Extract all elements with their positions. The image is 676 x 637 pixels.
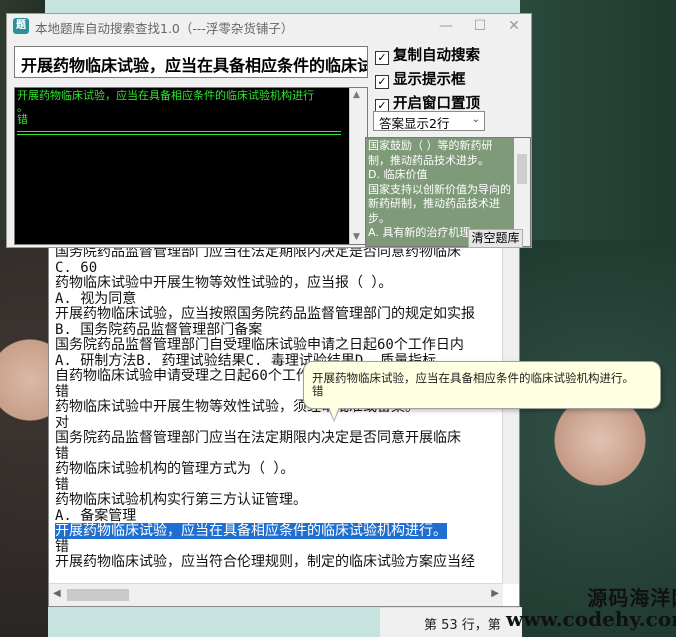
scroll-right-arrow-icon[interactable]: ▶ bbox=[491, 588, 499, 599]
editor-line[interactable]: 药物临床试验机构的管理方式为（ ）。 bbox=[55, 461, 501, 478]
horizontal-scroll-thumb[interactable] bbox=[67, 589, 129, 601]
wallpaper-photo-left bbox=[0, 240, 48, 637]
editor-line[interactable]: 错 bbox=[55, 477, 501, 494]
scroll-up-arrow-icon[interactable]: ▲ bbox=[353, 90, 360, 100]
editor-line[interactable]: 开展药物临床试验，应当按照国务院药品监督管理部门的规定如实报 bbox=[55, 306, 501, 323]
editor-line[interactable]: A. 视为同意 bbox=[55, 291, 501, 308]
answer-line: 国家支持以创新价值为导向的新药研制，推动药品技术进步。 bbox=[368, 182, 511, 225]
search-app-window: 题 本地题库自动搜索查找1.0（---浮零杂货铺子） — ☐ ✕ 开展药物临床试… bbox=[6, 13, 532, 248]
result-answer: 错 bbox=[17, 113, 28, 126]
clear-question-bank-button[interactable]: 清空题库 bbox=[468, 229, 523, 248]
scroll-down-arrow-icon[interactable]: ▼ bbox=[353, 232, 360, 242]
window-title: 本地题库自动搜索查找1.0（---浮零杂货铺子） bbox=[35, 21, 294, 36]
editor-vertical-scrollbar[interactable] bbox=[502, 245, 519, 584]
option-label: 显示提示框 bbox=[393, 72, 466, 88]
editor-line[interactable]: 错 bbox=[55, 539, 501, 556]
answer-line: 国家鼓励（ ）等的新药研制，推动药品技术进步。 bbox=[368, 139, 493, 167]
answer-lines-select[interactable]: 答案显示2行 ⌄ bbox=[373, 111, 485, 131]
option-label: 开启窗口置顶 bbox=[393, 96, 480, 112]
option-copy-auto-search[interactable]: ✓ 复制自动搜索 bbox=[375, 44, 480, 65]
search-input[interactable]: 开展药物临床试验，应当在具备相应条件的临床试验机构进行。 bbox=[14, 46, 368, 78]
search-result-panel[interactable]: 开展药物临床试验，应当在具备相应条件的临床试验机构进行 。 错 ▲ ▼ bbox=[14, 87, 368, 245]
tooltip-pointer-fill bbox=[329, 407, 339, 420]
tooltip-answer: 错 bbox=[312, 384, 324, 398]
editor-line[interactable]: 开展药物临床试验，应当在具备相应条件的临床试验机构进行。 bbox=[55, 523, 501, 540]
editor-line[interactable]: 药物临床试验中开展生物等效性试验的，应当报（ ）。 bbox=[55, 275, 501, 292]
selected-text[interactable]: 开展药物临床试验，应当在具备相应条件的临床试验机构进行。 bbox=[55, 523, 447, 539]
watermark-url: www.codehy.com bbox=[506, 607, 676, 631]
result-question: 开展药物临床试验，应当在具备相应条件的临床试验机构进行 bbox=[17, 89, 314, 102]
editor-line[interactable]: 国务院药品监督管理部门自受理临床试验申请之日起60个工作日内 bbox=[55, 337, 501, 354]
checkbox-show-tooltip[interactable]: ✓ bbox=[375, 75, 389, 89]
close-button[interactable]: ✕ bbox=[497, 14, 531, 38]
answer-lines-select-value: 答案显示2行 bbox=[379, 116, 450, 131]
result-divider-2 bbox=[17, 134, 341, 135]
editor-line[interactable]: 错 bbox=[55, 446, 501, 463]
scroll-left-arrow-icon[interactable]: ◀ bbox=[53, 588, 61, 599]
option-show-tooltip[interactable]: ✓ 显示提示框 bbox=[375, 68, 466, 89]
cursor-position-text: 第 53 行，第 bbox=[424, 618, 501, 633]
option-always-on-top[interactable]: ✓ 开启窗口置顶 bbox=[375, 92, 480, 113]
answer-line: D. 临床价值 bbox=[368, 168, 428, 181]
result-question-end: 。 bbox=[17, 101, 28, 114]
wallpaper-photo-right bbox=[520, 240, 676, 637]
editor-status-bar: 第 53 行，第 bbox=[380, 607, 522, 637]
checkbox-copy-auto-search[interactable]: ✓ bbox=[375, 51, 389, 65]
editor-line[interactable]: 开展药物临床试验，应当符合伦理规则，制定的临床试验方案应当经 bbox=[55, 554, 501, 571]
minimize-button[interactable]: — bbox=[429, 14, 463, 38]
title-bar[interactable]: 题 本地题库自动搜索查找1.0（---浮零杂货铺子） — ☐ ✕ bbox=[7, 14, 531, 38]
editor-line[interactable]: A. 备案管理 bbox=[55, 508, 501, 525]
editor-content[interactable]: 国务院药品监督管理部门应当在法定期限内决定是否同意药物临床 C. 60 药物临床试验… bbox=[55, 245, 501, 584]
answer-scroll-thumb[interactable] bbox=[517, 154, 527, 184]
tooltip-question: 开展药物临床试验，应当在具备相应条件的临床试验机构进行。 bbox=[312, 371, 634, 385]
editor-line[interactable]: C. 60 bbox=[55, 260, 501, 277]
result-divider bbox=[17, 131, 341, 132]
editor-line[interactable]: 对 bbox=[55, 415, 501, 432]
editor-line[interactable]: 国务院药品监督管理部门应当在法定期限内决定是否同意开展临床 bbox=[55, 430, 501, 447]
editor-line[interactable]: B. 国务院药品监督管理部门备案 bbox=[55, 322, 501, 339]
site-watermark: 源码海洋网 www.codehy.com bbox=[506, 582, 676, 631]
option-label: 复制自动搜索 bbox=[393, 48, 480, 64]
text-editor[interactable]: 国务院药品监督管理部门应当在法定期限内决定是否同意药物临床 C. 60 药物临床试验… bbox=[48, 244, 520, 607]
maximize-button[interactable]: ☐ bbox=[463, 14, 497, 38]
chevron-down-icon: ⌄ bbox=[471, 114, 480, 125]
hint-tooltip: 开展药物临床试验，应当在具备相应条件的临床试验机构进行。 错 bbox=[303, 361, 661, 409]
search-input-value: 开展药物临床试验，应当在具备相应条件的临床试验机构进行。 bbox=[21, 56, 367, 75]
app-logo-icon: 题 bbox=[13, 18, 29, 34]
editor-horizontal-scrollbar[interactable]: ◀ ▶ bbox=[49, 583, 503, 606]
editor-line[interactable]: 药物临床试验机构实行第三方认证管理。 bbox=[55, 492, 501, 509]
